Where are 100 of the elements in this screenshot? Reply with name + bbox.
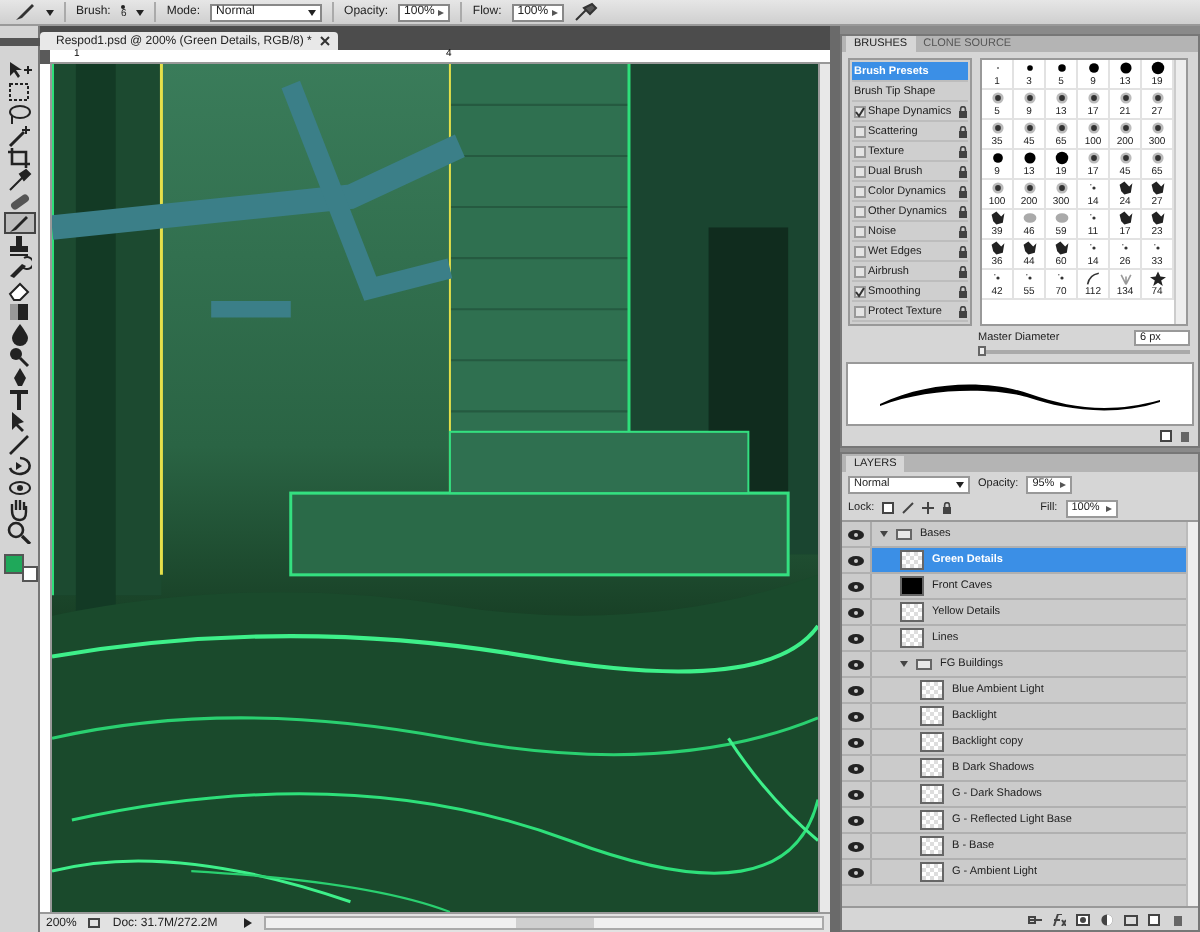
lock-icon [958, 125, 968, 137]
lock-icon [958, 305, 968, 317]
caret-icon [46, 9, 54, 15]
eye-icon[interactable] [848, 607, 864, 617]
trash-icon [1180, 430, 1190, 442]
orbit-icon [6, 475, 32, 499]
checkbox [854, 225, 866, 237]
lock-transparency-icon[interactable] [882, 502, 895, 514]
lock-icon [958, 105, 968, 117]
marquee-icon [6, 79, 32, 103]
eye-icon[interactable] [848, 529, 864, 539]
lock-icon [958, 205, 968, 217]
play-icon [244, 918, 253, 928]
eye-icon[interactable] [848, 711, 864, 721]
checkbox [854, 265, 866, 277]
layer-thumbnail [900, 628, 924, 648]
expanded-triangle-icon [900, 660, 908, 668]
checkbox [854, 245, 866, 257]
vertical-scrollbar[interactable] [818, 64, 830, 912]
eye-icon[interactable] [848, 633, 864, 643]
eraser-tool[interactable] [3, 278, 35, 300]
brush-tip-icon [1145, 270, 1169, 286]
caret-icon [308, 9, 317, 15]
brush-icon [12, 2, 36, 22]
lock-icon [958, 265, 968, 277]
caret-icon [1060, 481, 1067, 487]
checkbox [854, 145, 866, 157]
airbrush-icon[interactable] [574, 2, 599, 22]
stamp-icon [6, 233, 32, 257]
folder-icon [896, 528, 912, 540]
mask-icon[interactable] [1076, 913, 1090, 925]
checkbox [854, 185, 866, 197]
crop-icon [6, 145, 32, 169]
wand-icon [6, 123, 32, 147]
eyedropper-icon [6, 167, 32, 191]
folder-icon[interactable] [1124, 913, 1138, 925]
layer-thumbnail [920, 732, 944, 752]
zoom-tool[interactable] [3, 520, 35, 542]
adjustment-icon[interactable] [1100, 913, 1114, 925]
crop-tool[interactable] [3, 146, 35, 168]
slider-thumb[interactable] [978, 346, 987, 356]
lock-position-icon[interactable] [922, 502, 935, 514]
checkbox [854, 285, 866, 297]
brush-tip-icon [1081, 270, 1105, 286]
caret-icon [1105, 505, 1112, 511]
checkbox [854, 105, 866, 117]
eye-icon[interactable] [848, 867, 864, 877]
fx-icon[interactable] [1052, 913, 1066, 925]
folder-icon [916, 658, 932, 670]
foreground-color-swatch[interactable] [3, 554, 23, 574]
eraser-icon [6, 277, 32, 301]
scrollbar[interactable] [1174, 60, 1186, 324]
eye-icon[interactable] [848, 737, 864, 747]
eye-icon[interactable] [848, 815, 864, 825]
marquee-tool[interactable] [3, 80, 35, 102]
gradient-icon [6, 299, 32, 323]
brush-icon [6, 211, 32, 235]
trash-icon[interactable] [1172, 913, 1186, 925]
lock-icon [958, 225, 968, 237]
eye-icon[interactable] [848, 763, 864, 773]
horizontal-scrollbar[interactable] [264, 916, 824, 930]
zoom-icon [6, 519, 32, 543]
background-color-swatch[interactable] [21, 566, 37, 582]
eye-icon[interactable] [848, 659, 864, 669]
layer-thumbnail [920, 758, 944, 778]
caret-icon [136, 9, 145, 15]
new-layer-icon[interactable] [1148, 913, 1162, 925]
new-brush-icon [1160, 430, 1172, 442]
eye-icon[interactable] [848, 789, 864, 799]
lasso-icon [6, 101, 32, 125]
eye-icon[interactable] [848, 685, 864, 695]
eye-icon[interactable] [848, 841, 864, 851]
lasso-tool[interactable] [3, 102, 35, 124]
lock-pixels-icon[interactable] [902, 502, 915, 514]
dodge-icon [6, 343, 32, 367]
line-icon [6, 431, 32, 455]
layer-thumbnail [920, 784, 944, 804]
history-brush-icon [6, 255, 32, 279]
scrollbar[interactable] [1186, 522, 1198, 906]
bandage-icon [6, 189, 32, 213]
close-icon [319, 36, 330, 46]
checkbox [854, 205, 866, 217]
expanded-triangle-icon [880, 530, 888, 538]
layer-thumbnail [920, 862, 944, 882]
brush-tool[interactable] [3, 212, 35, 234]
rotate-icon [6, 453, 32, 477]
wand-tool[interactable] [3, 124, 35, 146]
caret-icon [956, 481, 964, 487]
lock-icon [958, 145, 968, 157]
layer-thumbnail [920, 680, 944, 700]
eye-icon[interactable] [848, 555, 864, 565]
lock-icon [958, 165, 968, 177]
lock-icon [958, 285, 968, 297]
lock-icon[interactable] [942, 502, 953, 514]
orbit-tool[interactable] [3, 476, 35, 498]
eye-icon[interactable] [848, 581, 864, 591]
lock-icon [958, 185, 968, 197]
layer-thumbnail [900, 550, 924, 570]
rotate-tool[interactable] [3, 454, 35, 476]
layer-thumbnail [920, 836, 944, 856]
